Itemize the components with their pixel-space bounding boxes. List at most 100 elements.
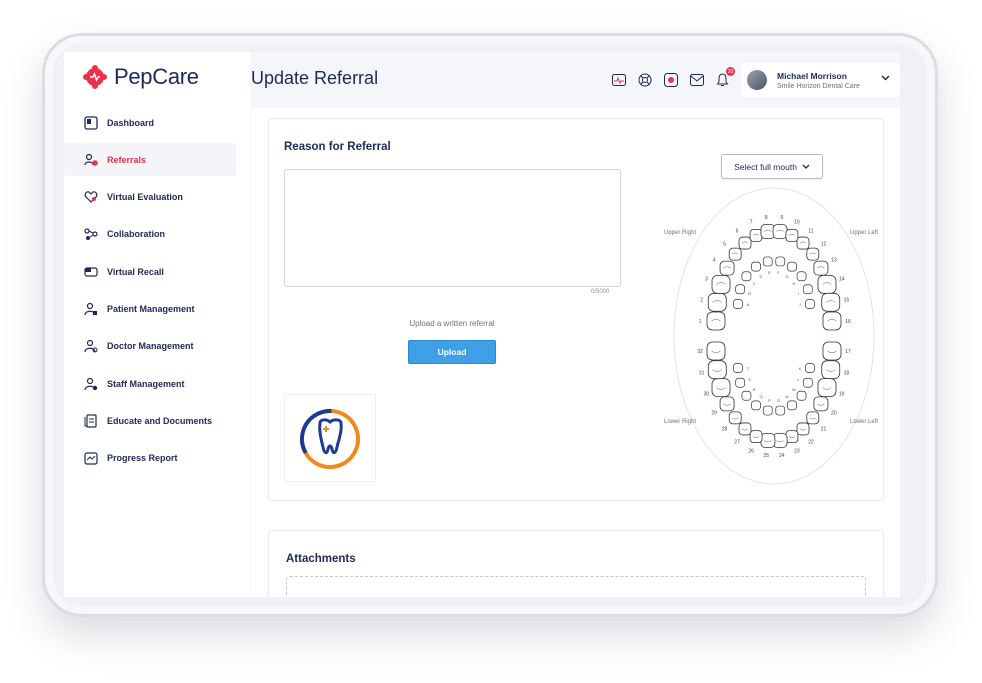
quadrant-upper-right: Upper Right [664,230,697,236]
tooth-number: 1 [699,319,702,325]
primary-tooth-Q[interactable] [751,400,761,411]
sidebar-item-virtual-recall[interactable]: Virtual Recall [64,255,250,288]
tooth-21[interactable] [806,411,820,425]
tooth-9[interactable] [772,224,788,239]
primary-tooth-letter: C [753,281,756,286]
tooth-27[interactable] [738,422,752,436]
tooth-number: 14 [839,277,845,283]
app-screen: PepCare Dashboard Referrals Virtual Evalua… [64,52,900,597]
tooth-2[interactable] [707,292,727,312]
tooth-30[interactable] [711,378,731,398]
tooth-13[interactable] [813,260,829,276]
primary-tooth-letter: A [747,302,750,307]
primary-tooth-T[interactable] [733,363,743,373]
tooth-23[interactable] [785,430,799,443]
avatar [747,70,767,90]
tooth-32[interactable] [706,341,726,361]
vitals-icon[interactable] [611,72,626,87]
sidebar-item-collaboration[interactable]: Collaboration [64,218,250,251]
tooth-25[interactable] [760,433,776,448]
primary-tooth-H[interactable] [796,271,807,282]
tooth-6[interactable] [738,236,752,250]
sidebar-item-educate-and-documents[interactable]: Educate and Documents [64,404,250,437]
primary-tooth-letter: E [768,270,771,275]
sidebar-item-label: Virtual Evaluation [107,192,183,203]
tooth-logo-image [300,409,360,469]
notification-badge: 20 [726,67,735,76]
tooth-number: 8 [765,215,768,221]
primary-tooth-A[interactable] [733,299,743,309]
tooth-number: 11 [808,229,813,235]
tooth-26[interactable] [749,430,763,443]
primary-tooth-M[interactable] [796,390,807,401]
tooth-31[interactable] [707,360,727,380]
tooth-number: 2 [700,297,703,303]
tooth-5[interactable] [728,247,742,261]
doctor-icon [84,339,98,353]
notification-bell-icon[interactable]: 20 [715,67,735,87]
tooth-number: 20 [831,410,837,416]
tooth-1[interactable] [706,311,726,331]
tooth-14[interactable] [817,274,837,294]
heart-chat-icon [84,190,98,204]
referrals-icon [84,153,98,167]
attachments-dropzone[interactable] [286,576,866,597]
tooth-22[interactable] [796,422,810,436]
tooth-11[interactable] [796,236,810,250]
select-full-mouth-dropdown[interactable]: Select full mouth [721,154,823,179]
primary-tooth-D[interactable] [751,261,761,272]
tooth-20[interactable] [813,396,829,412]
primary-tooth-letter: J [799,302,801,307]
user-menu[interactable]: Michael Morrison Smile Horizon Dental Ca… [741,63,900,97]
primary-tooth-C[interactable] [741,271,752,282]
tooth-28[interactable] [728,411,742,425]
tooth-4[interactable] [719,260,735,276]
referral-thumbnail[interactable] [284,394,376,482]
upload-button[interactable]: Upload [408,340,496,364]
primary-tooth-R[interactable] [741,390,752,401]
reason-textarea[interactable] [284,169,621,287]
tooth-10[interactable] [785,229,799,242]
dashboard-icon [84,115,98,130]
primary-tooth-B[interactable] [735,284,746,295]
sidebar-item-label: Referrals [107,154,147,165]
primary-tooth-K[interactable] [805,363,815,373]
referral-card: Reason for Referral 0/5000 Upload a writ… [268,118,884,501]
record-icon[interactable] [663,72,678,87]
primary-tooth-N[interactable] [787,400,797,411]
sidebar-item-staff-management[interactable]: Staff Management [64,367,250,400]
primary-tooth-S[interactable] [735,377,746,388]
tooth-15[interactable] [821,292,841,312]
primary-tooth-P[interactable] [762,405,773,416]
sidebar-item-dashboard[interactable]: Dashboard [64,106,250,139]
chevron-down-icon [802,164,810,169]
tooth-18[interactable] [821,360,841,380]
sidebar-item-doctor-management[interactable]: Doctor Management [64,330,250,363]
tooth-29[interactable] [719,396,735,412]
tooth-number: 16 [845,319,851,325]
sidebar-item-referrals[interactable]: Referrals [64,143,236,177]
quadrant-lower-right: Lower Right [664,419,697,425]
char-count: 0/5000 [591,289,610,295]
tooth-number: 18 [844,371,850,377]
header-icons: 20 [611,67,741,87]
sidebar-nav: Dashboard Referrals Virtual Evaluation Coll… [64,106,250,479]
tooth-7[interactable] [749,229,763,242]
mail-icon[interactable] [689,72,704,87]
tooth-12[interactable] [806,247,820,261]
primary-tooth-E[interactable] [762,256,773,267]
primary-tooth-O[interactable] [775,405,786,416]
sidebar-item-progress-report[interactable]: Progress Report [64,442,250,475]
primary-tooth-J[interactable] [805,299,815,309]
support-icon[interactable] [637,72,652,87]
primary-tooth-L[interactable] [802,377,813,388]
sidebar-item-virtual-evaluation[interactable]: Virtual Evaluation [64,181,250,214]
primary-tooth-I[interactable] [802,284,813,295]
tooth-16[interactable] [822,311,842,331]
tooth-17[interactable] [822,341,842,361]
tooth-3[interactable] [711,274,731,294]
sidebar-item-patient-management[interactable]: Patient Management [64,292,250,325]
tooth-19[interactable] [817,378,837,398]
primary-tooth-F[interactable] [775,256,786,267]
primary-tooth-G[interactable] [787,261,797,272]
